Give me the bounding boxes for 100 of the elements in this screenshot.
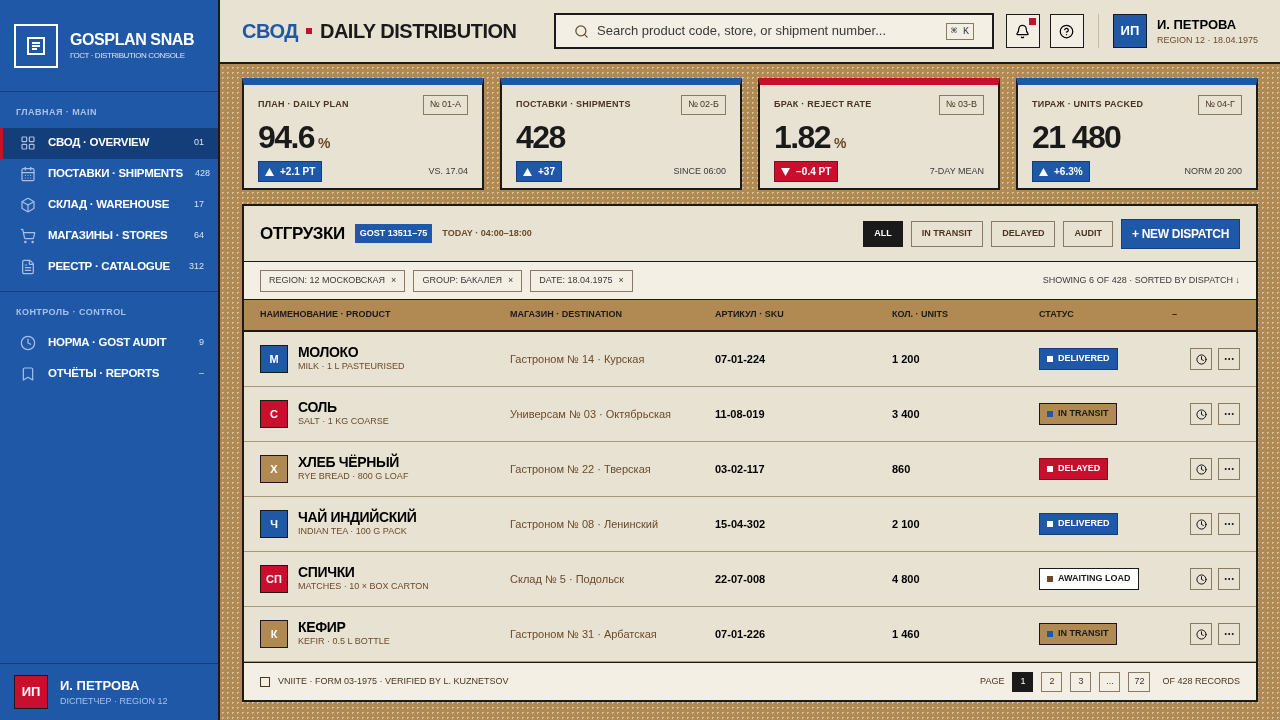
product-description: MATCHES · 10 × BOX CARTON xyxy=(298,580,429,594)
clock-icon xyxy=(1195,573,1207,585)
kpi-value: 428 xyxy=(516,118,565,155)
filter-tab[interactable]: DELAYED xyxy=(991,220,1056,247)
page-button[interactable]: ... xyxy=(1099,671,1121,692)
more-button[interactable] xyxy=(1218,623,1240,645)
filter-tab[interactable]: IN TRANSIT xyxy=(910,220,984,247)
nav-item[interactable]: ОТЧЁТЫ · REPORTS – xyxy=(0,358,218,389)
remove-chip-button[interactable]: × xyxy=(618,273,624,288)
search-input[interactable]: Search product code, store, or shipment number... xyxy=(597,21,938,41)
section-heading: ГЛАВНАЯ · MAIN xyxy=(15,106,98,119)
history-button[interactable] xyxy=(1190,513,1212,535)
product-name: ХЛЕБ ЧЁРНЫЙ xyxy=(298,454,401,471)
product-name: СПИЧКИ xyxy=(298,564,356,581)
status-badge: DELIVERED xyxy=(1039,348,1118,370)
clock-icon xyxy=(1195,463,1207,475)
kpi-label: ПЛАН · DAILY PLAN xyxy=(258,98,349,111)
status-square-icon xyxy=(1047,466,1053,472)
history-button[interactable] xyxy=(1190,458,1212,480)
more-button[interactable] xyxy=(1218,458,1240,480)
verify-checkbox[interactable] xyxy=(260,676,270,687)
history-button[interactable] xyxy=(1190,623,1212,645)
kpi-delta: +6.3% xyxy=(1032,161,1090,182)
kpi-value: 21 480 xyxy=(1032,118,1121,155)
remove-chip-button[interactable]: × xyxy=(507,273,514,288)
calendar-icon xyxy=(20,166,36,182)
table-row[interactable]: СП СПИЧКИ MATCHES · 10 × BOX CARTON Склад № 5 · Подольск 22-07-008 4 800 AWAITING LOAD xyxy=(244,552,1256,607)
title-divider-mark xyxy=(305,28,312,34)
footer-note: VNIITE · FORM 03-1975 · VERIFIED BY L. KUZNETSOV xyxy=(278,674,509,688)
page-button[interactable]: 1 xyxy=(1012,671,1034,692)
grid-icon xyxy=(20,135,36,151)
more-button[interactable] xyxy=(1218,568,1240,590)
product-tag: М xyxy=(260,345,288,373)
destination-cell-text: Гастроном № 31 · Арбатская xyxy=(510,626,657,642)
table-row[interactable]: М МОЛОКО MILK · 1 L PASTEURISED Гастроном № 14 · Курская 07-01-224 1 200 DELIVERED xyxy=(244,332,1256,387)
kpi-code: № 04-Г xyxy=(1197,95,1242,115)
nav-item[interactable]: МАГАЗИНЫ · STORES 64 xyxy=(0,220,218,252)
page-button[interactable]: 72 xyxy=(1128,671,1151,692)
nav-item[interactable]: РЕЕСТР · CATALOGUE 312 xyxy=(0,251,218,283)
nav-item[interactable]: ПОСТАВКИ · SHIPMENTS 428 xyxy=(0,158,218,190)
search-icon xyxy=(574,23,589,39)
nav-item[interactable]: СКЛАД · WAREHOUSE 17 xyxy=(0,189,218,221)
product-description: RYE BREAD · 800 G LOAF xyxy=(298,470,409,484)
nav-count: – xyxy=(199,366,204,380)
history-button[interactable] xyxy=(1190,568,1212,590)
brand-title: GOSPLAN SNAB xyxy=(70,29,195,50)
user-avatar: ИП xyxy=(14,675,48,709)
status-square-icon xyxy=(1047,411,1053,417)
help-icon xyxy=(1059,23,1075,39)
units-cell-text: 1 460 xyxy=(892,626,920,642)
status-square-icon xyxy=(1047,356,1053,362)
filter-tab[interactable]: ALL xyxy=(863,220,903,247)
header-user-name: И. ПЕТРОВА xyxy=(1156,15,1238,34)
table-row[interactable]: Ч ЧАЙ ИНДИЙСКИЙ INDIAN TEA · 100 G PACK Гастроном № 08 · Ленинский 15-04-302 2 100 DELIVERED xyxy=(244,497,1256,552)
sku-cell-text: 15-04-302 xyxy=(715,516,766,532)
units-cell-text: 4 800 xyxy=(892,571,920,587)
nav-count: 17 xyxy=(194,198,204,212)
section-heading: КОНТРОЛЬ · CONTROL xyxy=(15,305,128,319)
product-description: SALT · 1 KG COARSE xyxy=(298,415,389,429)
document-icon xyxy=(20,259,36,275)
kpi-delta: +37 xyxy=(516,161,562,182)
bell-icon xyxy=(1015,23,1031,39)
notifications-button[interactable] xyxy=(1005,14,1040,48)
history-button[interactable] xyxy=(1190,348,1212,370)
search-field[interactable]: Search product code, store, or shipment number... ⌘ K xyxy=(554,13,994,49)
remove-chip-button[interactable]: × xyxy=(391,273,397,288)
kpi-note: 7-DAY MEAN xyxy=(929,164,984,178)
time-window: TODAY · 04:00–18:00 xyxy=(442,226,532,241)
column-header: МАГАЗИН · DESTINATION xyxy=(510,308,622,322)
more-button[interactable] xyxy=(1218,513,1240,535)
chip-label: REGION: 12 МОСКОВСКАЯ xyxy=(269,273,386,287)
status-square-icon xyxy=(1047,631,1053,637)
more-button[interactable] xyxy=(1218,403,1240,425)
kpi-delta: +2.1 PT xyxy=(258,161,323,182)
nav-item[interactable]: СВОД · OVERVIEW 01 xyxy=(0,127,218,159)
units-cell-text: 2 100 xyxy=(892,516,920,532)
up-triangle-icon xyxy=(1039,167,1048,176)
column-header: КОЛ. · UNITS xyxy=(892,308,949,322)
history-button[interactable] xyxy=(1190,403,1212,425)
status-badge: IN TRANSIT xyxy=(1039,403,1117,425)
units-cell-text: 860 xyxy=(892,461,911,477)
new-dispatch-button[interactable]: + NEW DISPATCH xyxy=(1120,218,1240,249)
page-button[interactable]: 3 xyxy=(1070,671,1092,692)
sku-cell-text: 03-02-117 xyxy=(715,461,765,477)
clock-icon xyxy=(1195,628,1207,640)
kpi-code: № 01-А xyxy=(422,95,468,115)
table-row[interactable]: С СОЛЬ SALT · 1 KG COARSE Универсам № 03 · Октябрьская 11-08-019 3 400 IN TRANSIT xyxy=(244,387,1256,442)
column-header: НАИМЕНОВАНИЕ · PRODUCT xyxy=(260,308,391,322)
table-row[interactable]: Х ХЛЕБ ЧЁРНЫЙ RYE BREAD · 800 G LOAF Гастроном № 22 · Тверская 03-02-117 860 DELAYED xyxy=(244,442,1256,497)
logo xyxy=(14,23,58,68)
kpi-value: 94.6 xyxy=(258,118,314,155)
product-tag: СП xyxy=(260,565,288,593)
more-button[interactable] xyxy=(1218,348,1240,370)
box-icon xyxy=(20,197,36,213)
nav-item[interactable]: НОРМА · GOST AUDIT 9 xyxy=(0,327,218,358)
product-name: СОЛЬ xyxy=(298,399,338,416)
filter-tab[interactable]: AUDIT xyxy=(1063,220,1113,247)
help-button[interactable] xyxy=(1049,14,1084,48)
page-button[interactable]: 2 xyxy=(1041,671,1063,692)
status-badge: IN TRANSIT xyxy=(1039,623,1117,645)
